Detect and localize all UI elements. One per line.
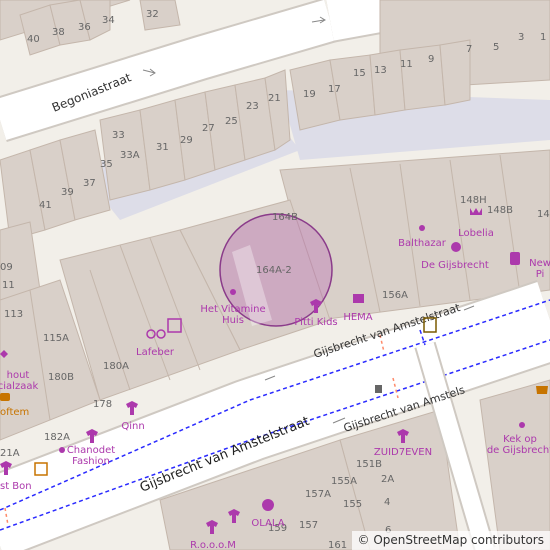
house-number: 182A [44,432,70,443]
poi-label-zuid7even[interactable]: ZUID7EVEN [374,447,432,458]
house-number: 164B [272,212,298,223]
fast-food-icon[interactable] [0,393,10,401]
house-number: 157 [299,520,318,531]
house-number: 178 [93,399,112,410]
poi-label-qinn[interactable]: Qinn [121,421,144,432]
house-number: 32 [146,9,159,20]
house-number: 155 [343,499,362,510]
cosmetics-icon[interactable] [510,252,520,265]
house-number: 33 [112,130,125,141]
house-number: 35 [100,159,113,170]
house-number: 11 [400,59,413,70]
poi-label-lobelia[interactable]: Lobelia [458,228,494,239]
dot-icon[interactable] [59,447,65,453]
poi-label-chanodet[interactable]: Chanodet Fashion [67,445,115,467]
poi-label-lafeber[interactable]: Lafeber [136,347,175,358]
house-number: 29 [180,135,193,146]
house-number: 19 [303,89,316,100]
house-number: 13 [374,65,387,76]
house-number: 155A [331,476,357,487]
map-view[interactable]: Begoniastraat Gijsbrecht van Amstelstraa… [0,0,550,550]
house-number: 9 [428,54,434,65]
house-number: 21 [268,93,281,104]
house-number: 15 [353,68,366,79]
house-number: 36 [78,22,91,33]
poi-label-oftem[interactable]: oftem [0,407,29,418]
house-number: 17 [328,84,341,95]
house-number: 156A [382,290,408,301]
poi-label-hema[interactable]: HEMA [343,312,372,323]
house-number: 31 [156,142,169,153]
house-number: 38 [52,27,65,38]
house-number: 180A [103,361,129,372]
dot-icon[interactable] [519,422,525,428]
map-canvas[interactable]: Begoniastraat Gijsbrecht van Amstelstraa… [0,0,550,550]
poi-label-gijsbrecht[interactable]: De Gijsbrecht [421,260,489,271]
poi-label-stbon[interactable]: st Bon [0,481,32,492]
shop-bag-icon[interactable] [353,294,364,303]
house-number: 14 [537,209,550,220]
house-number: 41 [39,200,52,211]
poi-label-balthazar[interactable]: Balthazar [398,238,447,249]
house-number: 21A [0,448,20,459]
house-number: 148H [460,195,487,206]
house-number: 25 [225,116,238,127]
house-number: 151B [356,459,382,470]
house-number: 161 [328,540,347,550]
house-number: 7 [466,44,472,55]
house-number: 37 [83,178,96,189]
house-number: 27 [202,123,215,134]
house-number: 5 [493,42,499,53]
house-number: 40 [27,34,40,45]
dot-icon[interactable] [419,225,425,231]
poi-label-pitti[interactable]: Pitti Kids [294,317,337,328]
house-number: 180B [48,372,74,383]
cupcake-icon[interactable] [262,499,274,511]
house-number: 148B [487,205,513,216]
house-number: 4 [384,497,390,508]
poi-label-olala[interactable]: OLALA [251,518,284,529]
house-number: 34 [102,15,115,26]
store-icon[interactable] [451,242,461,252]
house-number: 33A [120,150,140,161]
house-number: 1 [540,32,546,43]
house-number: 09 [0,262,13,273]
house-number: 23 [246,101,259,112]
marker-label: 164A-2 [256,265,292,276]
house-number: 11 [2,280,15,291]
house-number: 113 [4,309,23,320]
cafe-icon[interactable] [536,386,548,394]
dot-icon[interactable] [230,289,236,295]
house-number: 3 [518,32,524,43]
house-number: 157A [305,489,331,500]
attribution[interactable]: © OpenStreetMap contributors [351,531,550,550]
poi-label-rooom[interactable]: R.o.o.o.M [190,540,236,550]
waste-basket-icon[interactable] [375,385,382,393]
house-number: 115A [43,333,69,344]
house-number: 39 [61,187,74,198]
house-number: 2A [381,474,394,485]
